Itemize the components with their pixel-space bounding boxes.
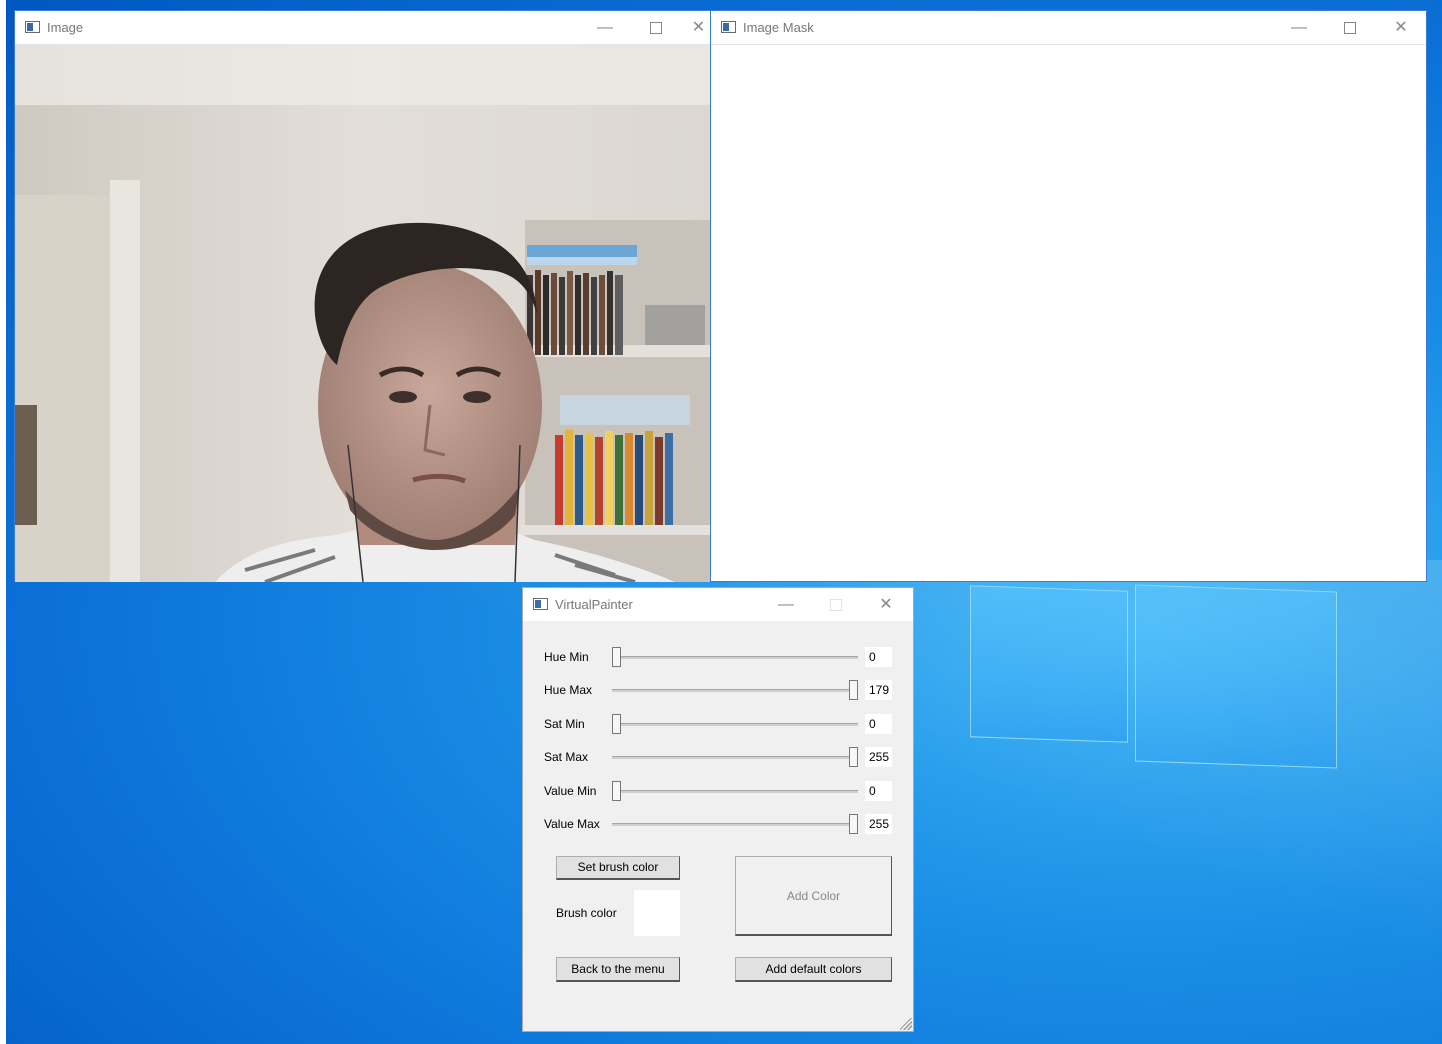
windows-logo-pane-1 bbox=[970, 585, 1128, 743]
webcam-frame-image bbox=[15, 45, 710, 582]
back-to-menu-button[interactable]: Back to the menu bbox=[556, 957, 680, 982]
slider-thumb[interactable] bbox=[612, 781, 621, 801]
close-button[interactable]: ✕ bbox=[685, 11, 712, 44]
maximize-button-disabled bbox=[813, 588, 859, 621]
slider-thumb[interactable] bbox=[849, 747, 858, 767]
app-icon bbox=[721, 21, 736, 33]
image-mask-window-titlebar[interactable]: Image Mask — ✕ bbox=[711, 11, 1426, 45]
slider-thumb[interactable] bbox=[849, 680, 858, 700]
app-icon bbox=[25, 21, 40, 33]
minimize-button[interactable]: — bbox=[582, 11, 628, 44]
add-default-colors-button[interactable]: Add default colors bbox=[735, 957, 892, 982]
maximize-icon bbox=[830, 598, 842, 611]
image-mask-window-title: Image Mask bbox=[743, 20, 814, 35]
slider-value-min: Value Min 0 bbox=[523, 774, 913, 807]
slider-label: Hue Min bbox=[544, 650, 589, 664]
slider-track[interactable] bbox=[612, 723, 858, 726]
close-button[interactable]: ✕ bbox=[863, 588, 909, 621]
slider-label: Sat Min bbox=[544, 717, 585, 731]
minimize-button[interactable]: — bbox=[1276, 11, 1322, 44]
resize-grip[interactable] bbox=[900, 1018, 912, 1030]
slider-sat-max: Sat Max 255 bbox=[523, 740, 913, 773]
maximize-button[interactable] bbox=[633, 11, 679, 44]
slider-value: 255 bbox=[865, 814, 892, 834]
slider-label: Value Min bbox=[544, 784, 597, 798]
image-mask-window[interactable]: Image Mask — ✕ bbox=[710, 10, 1427, 582]
image-window-titlebar[interactable]: Image — ✕ bbox=[15, 11, 710, 45]
brush-color-label: Brush color bbox=[556, 906, 617, 920]
slider-label: Value Max bbox=[544, 817, 600, 831]
brush-color-swatch bbox=[634, 890, 680, 936]
slider-label: Hue Max bbox=[544, 683, 593, 697]
virtual-painter-title: VirtualPainter bbox=[555, 597, 633, 612]
slider-value: 179 bbox=[865, 680, 892, 700]
slider-track[interactable] bbox=[612, 689, 858, 692]
image-window[interactable]: Image — ✕ bbox=[14, 10, 711, 582]
slider-thumb[interactable] bbox=[612, 714, 621, 734]
slider-value-max: Value Max 255 bbox=[523, 807, 913, 840]
set-brush-color-button[interactable]: Set brush color bbox=[556, 856, 680, 880]
add-color-button[interactable]: Add Color bbox=[735, 856, 892, 936]
mask-image-area bbox=[711, 45, 1426, 581]
slider-value: 0 bbox=[865, 714, 892, 734]
slider-thumb[interactable] bbox=[612, 647, 621, 667]
image-window-title: Image bbox=[47, 20, 84, 35]
virtual-painter-window[interactable]: VirtualPainter — ✕ Hue Min 0 Hue Max 179… bbox=[522, 587, 914, 1032]
virtual-painter-titlebar[interactable]: VirtualPainter — ✕ bbox=[523, 588, 913, 621]
slider-track[interactable] bbox=[612, 823, 858, 826]
slider-track[interactable] bbox=[612, 790, 858, 793]
slider-value: 0 bbox=[865, 781, 892, 801]
slider-hue-min: Hue Min 0 bbox=[523, 640, 913, 673]
slider-thumb[interactable] bbox=[849, 814, 858, 834]
windows-logo-pane-2 bbox=[1135, 584, 1337, 769]
maximize-button[interactable] bbox=[1327, 11, 1373, 44]
slider-track[interactable] bbox=[612, 656, 858, 659]
maximize-icon bbox=[1344, 21, 1356, 34]
app-icon bbox=[533, 598, 548, 610]
slider-label: Sat Max bbox=[544, 750, 589, 764]
slider-track[interactable] bbox=[612, 756, 858, 759]
minimize-button[interactable]: — bbox=[763, 588, 809, 621]
maximize-icon bbox=[650, 21, 662, 34]
slider-value: 255 bbox=[865, 747, 892, 767]
slider-sat-min: Sat Min 0 bbox=[523, 707, 913, 740]
slider-value: 0 bbox=[865, 647, 892, 667]
slider-hue-max: Hue Max 179 bbox=[523, 673, 913, 706]
close-button[interactable]: ✕ bbox=[1378, 11, 1424, 44]
